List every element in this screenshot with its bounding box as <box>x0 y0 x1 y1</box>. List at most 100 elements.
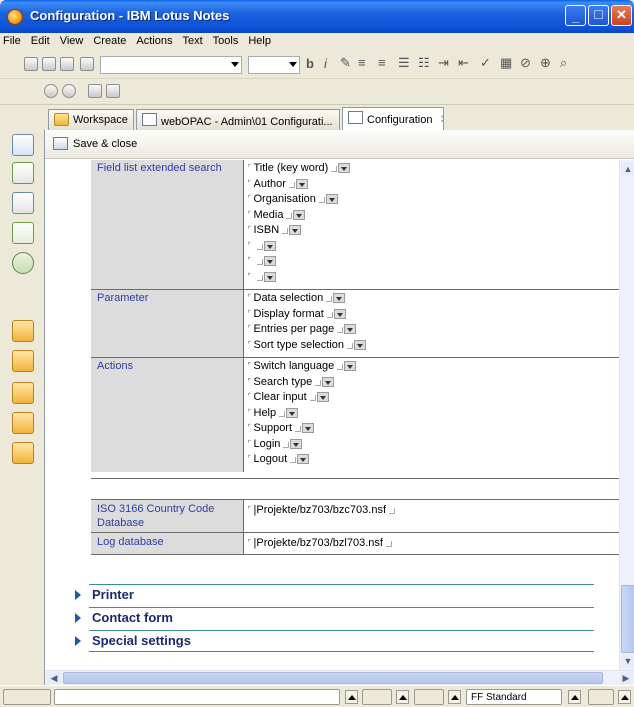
contacts-icon[interactable] <box>12 192 34 214</box>
style-dropdown[interactable] <box>100 56 242 74</box>
replication-icon[interactable] <box>12 252 34 274</box>
scroll-right-icon[interactable]: ▶ <box>619 672 633 685</box>
lotus-notes-app-icon[interactable] <box>7 9 23 25</box>
scroll-left-icon[interactable]: ◀ <box>47 672 61 685</box>
highlight-icon[interactable]: ✎ <box>340 55 351 71</box>
link-icon[interactable]: ⊕ <box>540 55 551 71</box>
number-list-icon[interactable]: ☷ <box>418 55 430 71</box>
tab-workspace[interactable]: Workspace <box>48 109 134 130</box>
scroll-up-icon[interactable]: ▲ <box>621 162 634 176</box>
expand-triangle-icon[interactable] <box>75 613 81 623</box>
close-tab-icon[interactable]: ✕ <box>440 112 444 126</box>
todo-icon[interactable] <box>12 222 34 244</box>
database-path-field[interactable]: ⌜ |Projekte/bz703/bzc703.nsf <box>243 499 619 533</box>
keyword-field[interactable]: ⌜ Entries per page <box>248 322 620 338</box>
status-field[interactable] <box>3 689 51 705</box>
save-close-button[interactable]: Save & close <box>49 134 143 154</box>
dropdown-arrow-icon[interactable] <box>286 407 299 418</box>
menu-create[interactable]: Create <box>88 33 131 47</box>
section-contact-form[interactable]: Contact form <box>71 607 594 629</box>
keyword-field[interactable]: ⌜ Search type <box>248 375 620 391</box>
keyword-field[interactable]: ⌜ Sort type selection <box>248 338 620 354</box>
dropdown-arrow-icon[interactable] <box>316 392 329 402</box>
indent-icon[interactable]: ⇥ <box>438 55 449 71</box>
dropdown-arrow-icon[interactable] <box>293 209 306 220</box>
dropdown-arrow-icon[interactable] <box>354 339 366 350</box>
keyword-field[interactable]: ⌜ Display format <box>248 307 620 323</box>
dropdown-arrow-icon[interactable] <box>295 178 308 189</box>
keyword-field[interactable]: ⌜ Switch language <box>248 359 620 375</box>
keyword-field[interactable]: ⌜ <box>248 254 620 270</box>
font-style-field[interactable]: FF Standard <box>466 689 562 705</box>
font-size-dropdown[interactable] <box>248 56 300 74</box>
status-up-arrow-icon[interactable] <box>448 690 461 704</box>
keyword-field[interactable]: ⌜ <box>248 239 620 255</box>
search-icon[interactable] <box>44 84 58 98</box>
menu-actions[interactable]: Actions <box>131 33 177 47</box>
dropdown-arrow-icon[interactable] <box>263 256 276 266</box>
status-up-arrow-icon[interactable] <box>396 690 409 704</box>
keyword-field[interactable]: ⌜ Organisation <box>248 192 620 208</box>
menu-help[interactable]: Help <box>243 33 276 47</box>
menu-edit[interactable]: Edit <box>26 33 55 47</box>
vertical-scrollbar[interactable]: ▲ ▼ <box>619 160 634 670</box>
location-icon[interactable] <box>362 689 392 705</box>
user-icon[interactable] <box>88 84 102 98</box>
calendar-icon[interactable] <box>12 162 34 184</box>
section-special-settings[interactable]: Special settings <box>71 630 594 652</box>
minimize-button[interactable]: _ <box>565 5 586 26</box>
keyword-field[interactable]: ⌜ Login <box>248 437 620 453</box>
maximize-button[interactable]: □ <box>588 5 609 26</box>
menu-tools[interactable]: Tools <box>208 33 244 47</box>
align-center-icon[interactable]: ≡ <box>378 55 386 70</box>
close-button[interactable]: ✕ <box>611 5 632 26</box>
dropdown-arrow-icon[interactable] <box>338 163 351 173</box>
dropdown-arrow-icon[interactable] <box>289 225 302 235</box>
status-up-arrow-icon[interactable] <box>568 690 581 704</box>
dropdown-arrow-icon[interactable] <box>325 194 338 204</box>
dropdown-arrow-icon[interactable] <box>302 423 315 433</box>
dropdown-arrow-icon[interactable] <box>333 293 346 303</box>
history-folder-icon[interactable] <box>12 412 34 434</box>
keyword-field[interactable]: ⌜ Media <box>248 208 620 224</box>
form-icon[interactable] <box>106 84 120 98</box>
attach-icon[interactable]: ⊘ <box>520 55 531 71</box>
status-up-arrow-icon[interactable] <box>618 690 631 704</box>
database-path-field[interactable]: ⌜ |Projekte/bz703/bzl703.nsf <box>243 532 619 555</box>
bold-icon[interactable]: b <box>306 56 314 71</box>
search-results-icon[interactable] <box>62 84 76 98</box>
menu-text[interactable]: Text <box>177 33 207 47</box>
keyword-field[interactable]: ⌜ <box>248 270 620 286</box>
keyword-field[interactable]: ⌜ Clear input <box>248 390 620 406</box>
signature-icon[interactable] <box>414 689 444 705</box>
keyword-field[interactable]: ⌜ ISBN <box>248 223 620 239</box>
folder-icon[interactable] <box>12 382 34 404</box>
dropdown-arrow-icon[interactable] <box>322 376 335 387</box>
find-icon[interactable]: ⌕ <box>560 55 567 71</box>
keyword-field[interactable]: ⌜ Support <box>248 421 620 437</box>
print-icon[interactable] <box>80 57 94 71</box>
section-printer[interactable]: Printer <box>71 584 594 606</box>
internet-folder-icon[interactable] <box>12 442 34 464</box>
dropdown-arrow-icon[interactable] <box>263 271 276 282</box>
dropdown-arrow-icon[interactable] <box>290 438 303 449</box>
align-left-icon[interactable]: ≡ <box>358 55 366 70</box>
cut-icon[interactable] <box>24 57 38 71</box>
expand-triangle-icon[interactable] <box>75 590 81 600</box>
italic-icon[interactable]: i <box>324 56 327 71</box>
tab-webopac-admin[interactable]: webOPAC - Admin\01 Configurati... ✕ <box>136 109 340 130</box>
scroll-thumb[interactable] <box>63 672 603 684</box>
keyword-field[interactable]: ⌜ Help <box>248 406 620 422</box>
dropdown-arrow-icon[interactable] <box>263 240 276 251</box>
outdent-icon[interactable]: ⇤ <box>458 55 469 71</box>
scroll-thumb[interactable] <box>621 585 634 653</box>
scroll-down-icon[interactable]: ▼ <box>621 654 634 668</box>
keyword-field[interactable]: ⌜ Data selection <box>248 291 620 307</box>
tab-configuration[interactable]: Configuration ✕ <box>342 107 444 130</box>
bookmark-folder-icon[interactable] <box>12 320 34 342</box>
menu-file[interactable]: File <box>0 33 26 47</box>
expand-triangle-icon[interactable] <box>75 636 81 646</box>
paste-icon[interactable] <box>60 57 74 71</box>
status-up-arrow-icon[interactable] <box>345 690 358 704</box>
databases-folder-icon[interactable] <box>12 350 34 372</box>
